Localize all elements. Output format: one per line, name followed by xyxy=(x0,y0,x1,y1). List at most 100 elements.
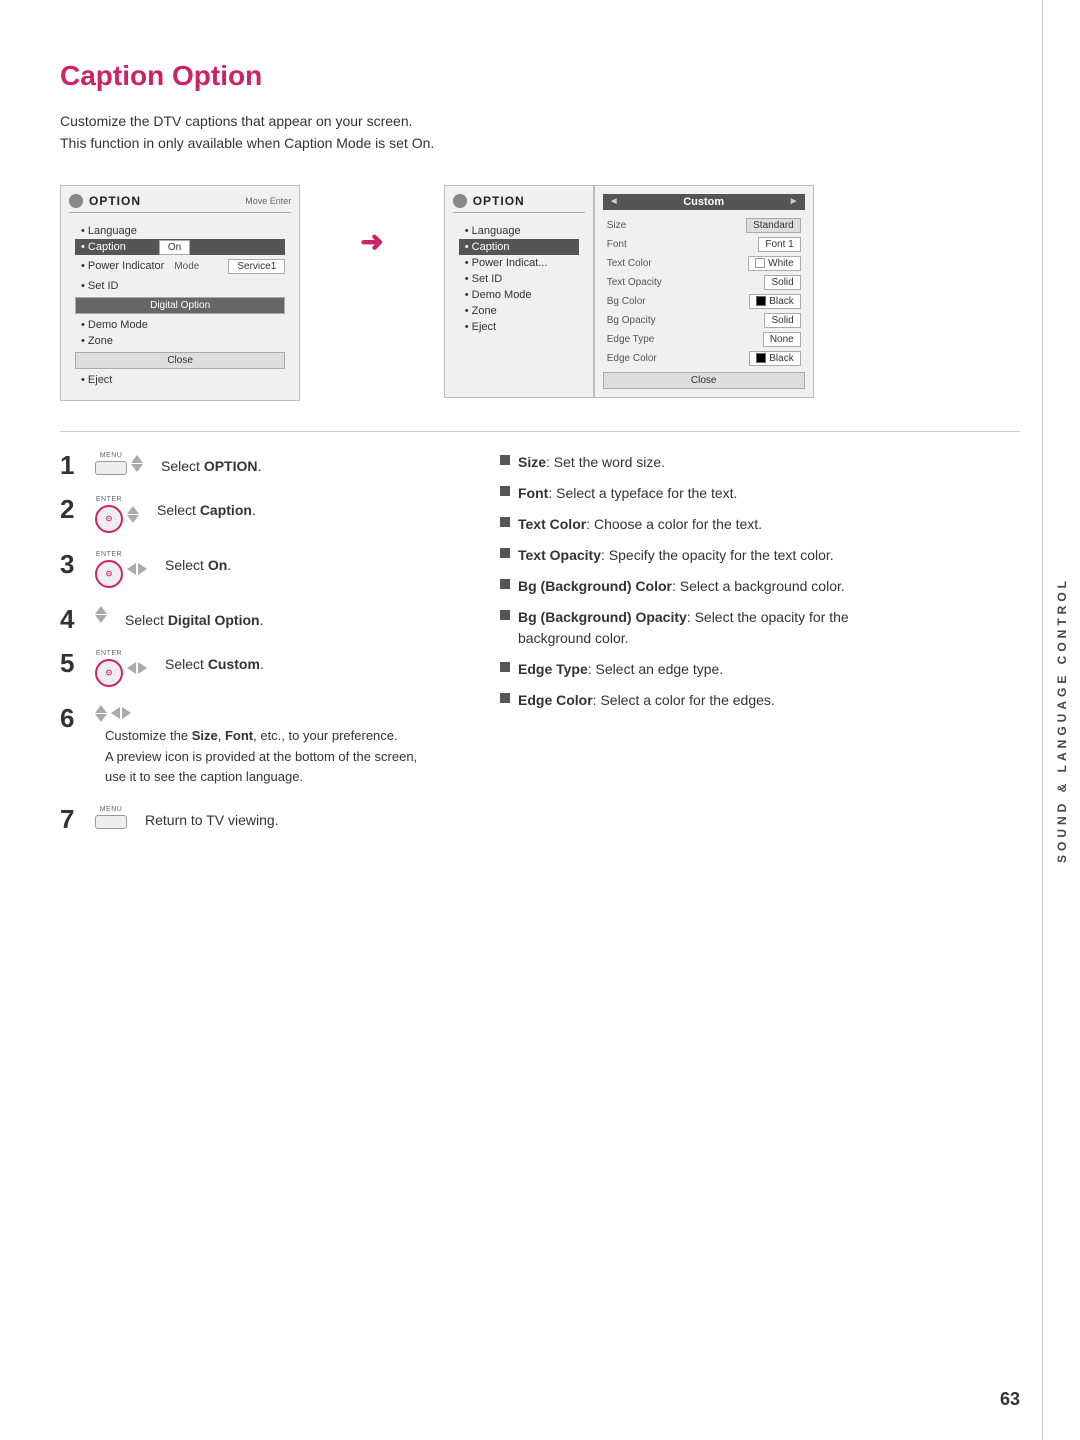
step-2-icons: ENTER ⊙ xyxy=(95,496,139,533)
step-2-number: 2 xyxy=(60,496,85,522)
left-arrow-6 xyxy=(111,707,120,719)
bullet-item: Bg (Background) Color: Select a backgrou… xyxy=(500,576,920,597)
down-arrow-4 xyxy=(95,615,107,623)
up-arrow-4 xyxy=(95,606,107,614)
menu-eject: • Eject xyxy=(75,372,285,388)
right-screen-header: OPTION xyxy=(453,194,585,213)
step-7-text: Return to TV viewing. xyxy=(145,806,279,831)
enter-btn-icon-2: ENTER ⊙ xyxy=(95,496,123,533)
option-label: Bg Opacity xyxy=(607,315,687,326)
step-3-icons: ENTER ⊙ xyxy=(95,551,147,588)
right-screens: OPTION • Language • Caption • Power Indi… xyxy=(444,185,814,398)
bullet-item: Size: Set the word size. xyxy=(500,452,920,473)
up-arrow-2 xyxy=(127,506,139,514)
menu-setid: • Set ID xyxy=(75,278,285,294)
left-option-title: OPTION xyxy=(89,194,141,208)
bullet-text: Edge Color: Select a color for the edges… xyxy=(518,690,775,711)
bullet-square xyxy=(500,517,510,527)
left-arrow-3 xyxy=(127,563,136,575)
updown-arrows-1 xyxy=(131,455,143,472)
enter-btn-icon-5: ENTER ⊙ xyxy=(95,650,123,687)
bullet-text: Bg (Background) Color: Select a backgrou… xyxy=(518,576,845,597)
r-menu-language: • Language xyxy=(459,223,579,239)
menu-language: • Language xyxy=(75,223,285,239)
bullet-text: Edge Type: Select an edge type. xyxy=(518,659,723,680)
arrow-right-icon: ➜ xyxy=(360,225,383,258)
step-3: 3 ENTER ⊙ Select On. xyxy=(60,551,460,588)
step-3-number: 3 xyxy=(60,551,85,577)
bullet-item: Text Color: Choose a color for the text. xyxy=(500,514,920,535)
desc-line1: Customize the DTV captions that appear o… xyxy=(60,113,413,129)
option-row: Edge Type None xyxy=(603,330,805,349)
bullet-text: Bg (Background) Opacity: Select the opac… xyxy=(518,607,920,649)
option-label: Text Color xyxy=(607,258,687,269)
page-description: Customize the DTV captions that appear o… xyxy=(60,110,1020,155)
menu-demo: • Demo Mode xyxy=(75,317,285,333)
bullet-item: Edge Type: Select an edge type. xyxy=(500,659,920,680)
option-row: Text OpacitySolid xyxy=(603,273,805,292)
color-swatch xyxy=(756,296,766,306)
close-button-left[interactable]: Close xyxy=(75,352,285,369)
steps-left: 1 MENU Select OPTION. 2 xyxy=(60,452,460,850)
digital-option-btn-container: Digital Option xyxy=(75,297,285,314)
right-screen: OPTION • Language • Caption • Power Indi… xyxy=(444,185,594,398)
right-arrow-6 xyxy=(122,707,131,719)
step-5-number: 5 xyxy=(60,650,85,676)
right-menu-section: • Language • Caption • Power Indicat... … xyxy=(453,219,585,339)
down-arrow-2 xyxy=(127,515,139,523)
bullet-list: Size: Set the word size. Font: Select a t… xyxy=(500,452,920,711)
color-swatch xyxy=(756,353,766,363)
r-menu-power: • Power Indicat... xyxy=(459,255,579,271)
right-arrow-3 xyxy=(138,563,147,575)
arrow-container: ➜ xyxy=(360,185,383,258)
right-screen-title-row: OPTION xyxy=(453,194,525,208)
screenshots-row: OPTION Move Enter • Language • Caption O… xyxy=(60,185,1020,401)
bullet-item: Font: Select a typeface for the text. xyxy=(500,483,920,504)
step-5-text: Select Custom. xyxy=(165,650,264,675)
bullet-item: Bg (Background) Opacity: Select the opac… xyxy=(500,607,920,649)
option-label: Text Opacity xyxy=(607,277,687,288)
option-row: Text Color White xyxy=(603,254,805,273)
option-value: White xyxy=(748,256,801,271)
option-row: Bg ColorBlack xyxy=(603,292,805,311)
option-value: Font 1 xyxy=(758,237,800,252)
updown-arrows-4 xyxy=(95,606,107,623)
menu-caption[interactable]: • Caption On xyxy=(75,239,285,255)
option-value: None xyxy=(763,332,801,347)
menu-rect-btn-7 xyxy=(95,815,127,829)
down-arrow-1 xyxy=(131,464,143,472)
left-screen: OPTION Move Enter • Language • Caption O… xyxy=(60,185,300,401)
leftright-arrows-6 xyxy=(111,707,131,719)
mode-label: Mode xyxy=(174,261,224,272)
bullet-text: Text Opacity: Specify the opacity for th… xyxy=(518,545,834,566)
option-value: Solid xyxy=(764,313,800,328)
step-6-content: Customize the Size, Font, etc., to your … xyxy=(95,705,417,788)
custom-close-container: Close xyxy=(603,372,805,389)
option-label: Bg Color xyxy=(607,296,687,307)
bullet-square xyxy=(500,548,510,558)
step-7-number: 7 xyxy=(60,806,85,832)
step-1-icons: MENU xyxy=(95,452,143,475)
custom-close-button[interactable]: Close xyxy=(603,372,805,389)
option-label: Edge Type xyxy=(607,334,687,345)
menu-btn-icon-7: MENU xyxy=(95,806,127,829)
custom-title: Custom xyxy=(683,196,724,208)
bullet-square xyxy=(500,455,510,465)
desc-line2: This function in only available when Cap… xyxy=(60,135,434,151)
bullet-item: Edge Color: Select a color for the edges… xyxy=(500,690,920,711)
custom-nav-right: ► xyxy=(789,196,799,207)
menu-mode-row: • Power Indicator Mode Service1 xyxy=(75,255,285,278)
step-4: 4 Select Digital Option. xyxy=(60,606,460,632)
screen-icon-left xyxy=(69,194,83,208)
menu-zone: • Zone xyxy=(75,333,285,349)
step-4-icons xyxy=(95,606,107,623)
r-menu-setid: • Set ID xyxy=(459,271,579,287)
enter-circle-2: ⊙ xyxy=(95,505,123,533)
updown-arrows-2 xyxy=(127,506,139,523)
page-title: Caption Option xyxy=(60,60,1020,92)
leftright-arrows-5 xyxy=(127,662,147,674)
step-6-number: 6 xyxy=(60,705,85,731)
r-menu-eject: • Eject xyxy=(459,319,579,335)
digital-option-button[interactable]: Digital Option xyxy=(75,297,285,314)
bullet-text: Text Color: Choose a color for the text. xyxy=(518,514,762,535)
